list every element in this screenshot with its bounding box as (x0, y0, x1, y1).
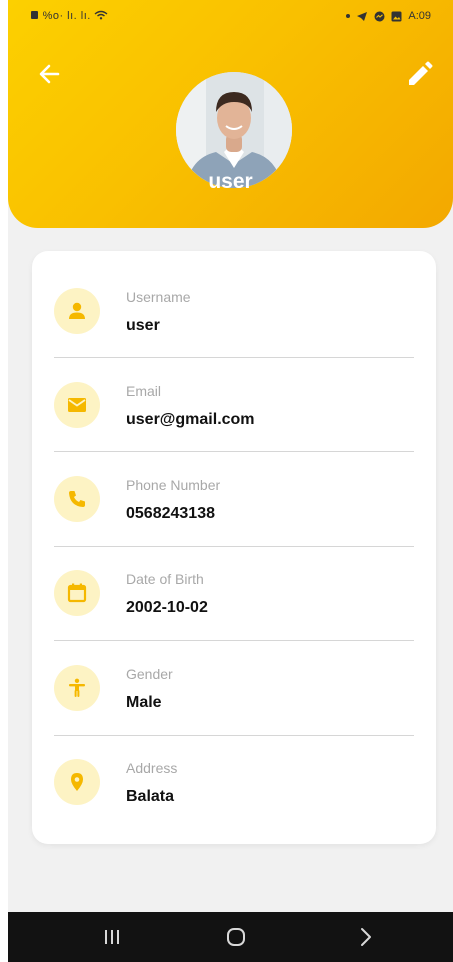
envelope-icon-badge (54, 382, 100, 428)
recent-apps-icon (105, 930, 119, 944)
field-value: user@gmail.com (126, 411, 255, 428)
field-value: Male (126, 694, 162, 711)
back-button[interactable] (36, 60, 64, 88)
status-right: A:09 (346, 10, 431, 22)
status-left: %o· lı. lı. (30, 10, 108, 22)
pencil-icon (409, 61, 433, 85)
telegram-icon (357, 11, 368, 21)
location-pin-icon-badge (54, 759, 100, 805)
wifi-icon (94, 10, 108, 20)
info-row-email: Email user@gmail.com (32, 345, 436, 439)
field-label: Address (126, 760, 178, 776)
field-value: Balata (126, 788, 175, 805)
accessibility-icon (69, 678, 85, 697)
status-bar: %o· lı. lı. A:09 (8, 6, 453, 28)
field-label: Date of Birth (126, 571, 204, 587)
field-label: Gender (126, 666, 173, 682)
person-icon (69, 302, 85, 319)
chevron-right-icon (361, 928, 371, 946)
profile-header: %o· lı. lı. A:09 user (8, 0, 453, 228)
profile-screen: %o· lı. lı. A:09 user Username user Emai… (8, 0, 453, 962)
info-row-username: Username user (32, 251, 436, 345)
info-row-phone: Phone Number 0568243138 (32, 439, 436, 533)
arrow-left-icon (39, 64, 60, 84)
calendar-icon (67, 583, 87, 603)
status-left-text: %o· lı. lı. (42, 10, 91, 22)
status-time: A:09 (408, 10, 431, 22)
info-row-address: Address Balata (32, 722, 436, 816)
person-icon-badge (54, 288, 100, 334)
field-value: 0568243138 (126, 505, 215, 522)
envelope-icon (68, 398, 86, 412)
info-row-gender: Gender Male (32, 628, 436, 722)
field-label: Email (126, 383, 162, 399)
phone-icon-badge (54, 476, 100, 522)
back-nav-button[interactable] (354, 926, 378, 948)
accessibility-icon-badge (54, 665, 100, 711)
system-nav-bar (8, 912, 453, 962)
profile-info-card: Username user Email user@gmail.com Phone… (32, 251, 436, 844)
field-label: Username (126, 289, 191, 305)
calendar-icon-badge (54, 570, 100, 616)
home-icon (227, 928, 245, 946)
field-value: 2002-10-02 (126, 599, 208, 616)
phone-icon (69, 491, 85, 507)
info-row-date-of-birth: Date of Birth 2002-10-02 (32, 533, 436, 627)
home-button[interactable] (224, 926, 248, 948)
notification-dot-icon (346, 14, 351, 18)
recent-apps-button[interactable] (100, 926, 124, 948)
avatar-username: user (208, 170, 253, 193)
gallery-icon (391, 11, 402, 21)
field-value: user (126, 317, 160, 334)
messenger-icon (374, 11, 385, 21)
field-label: Phone Number (126, 477, 221, 493)
edit-profile-button[interactable] (404, 60, 434, 90)
location-pin-icon (71, 773, 83, 791)
battery-icon (31, 11, 38, 19)
